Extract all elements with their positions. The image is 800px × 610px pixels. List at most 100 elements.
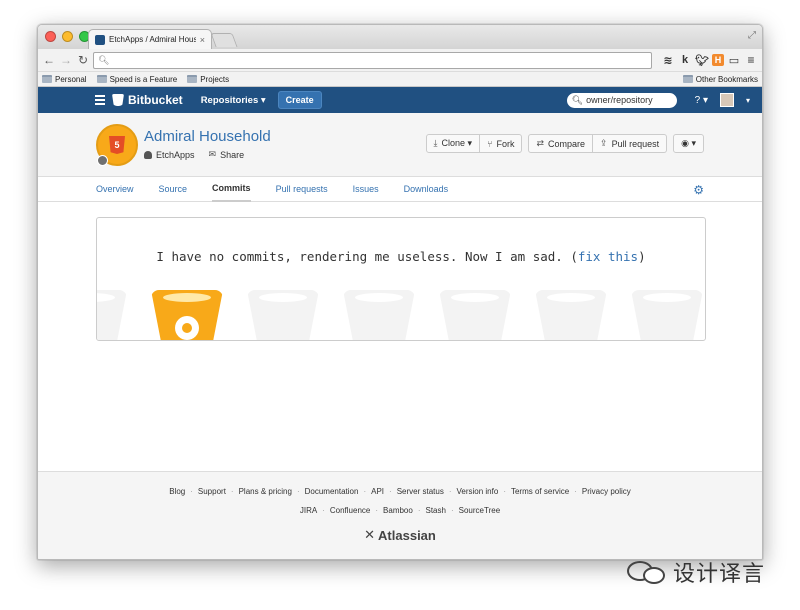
tab-source[interactable]: Source	[159, 177, 188, 202]
repo-title[interactable]: Admiral Household	[144, 128, 271, 145]
clone-button[interactable]: ⤓ Clone ▾	[425, 134, 481, 153]
k-extension-icon[interactable]: k	[678, 53, 692, 67]
footer-link-version-info[interactable]: Version info	[457, 487, 499, 496]
menu-icon[interactable]	[95, 95, 105, 105]
bookmark-projects[interactable]: Projects	[187, 75, 229, 84]
bookmark-label: Other Bookmarks	[695, 74, 758, 84]
bucket-icon	[343, 290, 415, 340]
compare-button[interactable]: ⇄ Compare	[528, 134, 594, 153]
browser-window: EtchApps / Admiral Househ × ⤢ ← → ↻ 🔍︎ ≋…	[37, 24, 763, 560]
tab-pull-requests[interactable]: Pull requests	[276, 177, 328, 202]
footer-link-server-status[interactable]: Server status	[397, 487, 444, 496]
share-label: Share	[220, 149, 245, 160]
browser-menu-icon[interactable]: ≡	[744, 53, 758, 67]
empty-message-suffix: )	[638, 249, 646, 264]
html5-icon: 5	[109, 136, 125, 154]
tab-downloads[interactable]: Downloads	[404, 177, 449, 202]
back-icon[interactable]: ←	[42, 53, 56, 67]
repo-owner[interactable]: EtchApps	[144, 149, 195, 160]
empty-message: I have no commits, rendering me useless.…	[97, 249, 705, 264]
bookmark-label: Speed is a Feature	[109, 74, 178, 84]
close-window-button[interactable]	[45, 31, 56, 42]
repo-search-input[interactable]: 🔍︎ owner/repository	[566, 92, 677, 108]
chevron-down-icon[interactable]: ▾	[746, 96, 750, 105]
tab-overview[interactable]: Overview	[96, 177, 134, 202]
pull-request-icon: ⇪	[600, 138, 608, 148]
create-button[interactable]: Create	[277, 91, 322, 109]
footer-link-sourcetree[interactable]: SourceTree	[459, 506, 501, 515]
reload-icon[interactable]: ↻	[76, 53, 90, 67]
empty-message-text: I have no commits, rendering me useless.…	[156, 249, 578, 264]
tab-commits[interactable]: Commits	[212, 177, 251, 202]
address-bar[interactable]: 🔍︎	[93, 51, 652, 69]
new-tab-button[interactable]	[210, 33, 238, 47]
user-icon	[144, 150, 152, 159]
footer-link-support[interactable]: Support	[198, 487, 226, 496]
bucket-icon	[247, 290, 319, 340]
pull-request-button[interactable]: ⇪ Pull request	[593, 134, 668, 153]
folder-icon	[96, 75, 107, 83]
bucket-icon	[631, 290, 703, 340]
bookmark-other[interactable]: Other Bookmarks	[682, 74, 758, 84]
minimize-window-button[interactable]	[62, 31, 73, 42]
footer-link-jira[interactable]: JIRA	[300, 506, 317, 515]
window-controls	[45, 31, 90, 42]
clone-fork-group: ⤓ Clone ▾ ⑂ Fork	[425, 134, 523, 153]
bookmark-label: Projects	[200, 74, 230, 84]
bitbucket-favicon-icon	[95, 34, 105, 45]
repo-nav: Overview Source Commits Pull requests Is…	[38, 177, 762, 202]
fork-button[interactable]: ⑂ Fork	[480, 134, 523, 153]
fullscreen-icon[interactable]: ⤢	[748, 30, 756, 41]
repo-meta: EtchApps ✉ Share	[144, 149, 244, 160]
footer-link-privacy[interactable]: Privacy policy	[582, 487, 631, 496]
footer-link-blog[interactable]: Blog	[169, 487, 185, 496]
sad-bucket-icon	[151, 290, 223, 340]
footer-links-primary: Blog · Support · Plans & pricing · Document…	[169, 487, 631, 496]
bookmarks-bar: Personal Speed is a Feature Projects Oth…	[38, 72, 762, 87]
wechat-icon	[627, 559, 667, 585]
twitter-extension-icon[interactable]: 🐦︎	[695, 53, 709, 67]
watermark: 设计译言	[627, 556, 765, 588]
bitbucket-header: Bitbucket Repositories ▾ Create 🔍︎ owner…	[38, 87, 762, 113]
footer-link-bamboo[interactable]: Bamboo	[383, 506, 413, 515]
layers-extension-icon[interactable]: ≋	[661, 53, 675, 67]
footer-link-documentation[interactable]: Documentation	[305, 487, 359, 496]
footer-link-pricing[interactable]: Plans & pricing	[239, 487, 292, 496]
browser-tab[interactable]: EtchApps / Admiral Househ ×	[88, 29, 212, 49]
bookmark-label: Personal	[55, 74, 87, 84]
atlassian-logo[interactable]: ✕ Atlassian	[38, 527, 762, 543]
browser-toolbar: ← → ↻ 🔍︎ ≋ k 🐦︎ H ▭ ≡	[38, 49, 762, 72]
fix-this-link[interactable]: fix this	[578, 249, 638, 264]
footer-links-products: JIRA · Confluence · Bamboo · Stash · SourceT…	[299, 506, 501, 515]
footer-link-terms[interactable]: Terms of service	[511, 487, 569, 496]
bookmark-speed[interactable]: Speed is a Feature	[96, 74, 178, 84]
bucket-icon	[439, 290, 511, 340]
user-avatar[interactable]	[719, 93, 734, 107]
footer-link-confluence[interactable]: Confluence	[330, 506, 370, 515]
forward-icon[interactable]: →	[59, 53, 73, 67]
tab-issues[interactable]: Issues	[353, 177, 379, 202]
folder-icon	[42, 75, 52, 83]
h-extension-icon[interactable]: H	[712, 54, 724, 66]
search-placeholder: owner/repository	[586, 95, 653, 105]
footer: Blog · Support · Plans & pricing · Document…	[38, 471, 762, 559]
watch-button[interactable]: ◉ ▾	[673, 134, 704, 153]
footer-link-api[interactable]: API	[371, 487, 384, 496]
share-icon: ✉	[208, 149, 217, 159]
owner-name: EtchApps	[156, 149, 195, 160]
repo-header: 5 Admiral Household EtchApps ✉ Share ⤓ Cl…	[38, 113, 762, 177]
cast-extension-icon[interactable]: ▭	[727, 53, 741, 67]
search-icon: 🔍︎	[571, 94, 584, 105]
help-dropdown[interactable]: ? ▾	[695, 95, 708, 106]
bucket-logo-icon	[112, 94, 124, 106]
bookmark-personal[interactable]: Personal	[42, 75, 87, 84]
tab-close-icon[interactable]: ×	[200, 35, 205, 45]
clone-label: Clone ▾	[441, 138, 473, 148]
share-link[interactable]: ✉ Share	[209, 149, 245, 160]
repositories-dropdown[interactable]: Repositories ▾	[201, 95, 266, 106]
gear-icon[interactable]: ⚙	[693, 183, 704, 197]
brand-name: Bitbucket	[128, 93, 183, 107]
bitbucket-logo[interactable]: Bitbucket	[112, 93, 183, 107]
bucket-eye	[175, 316, 199, 340]
footer-link-stash[interactable]: Stash	[426, 506, 446, 515]
